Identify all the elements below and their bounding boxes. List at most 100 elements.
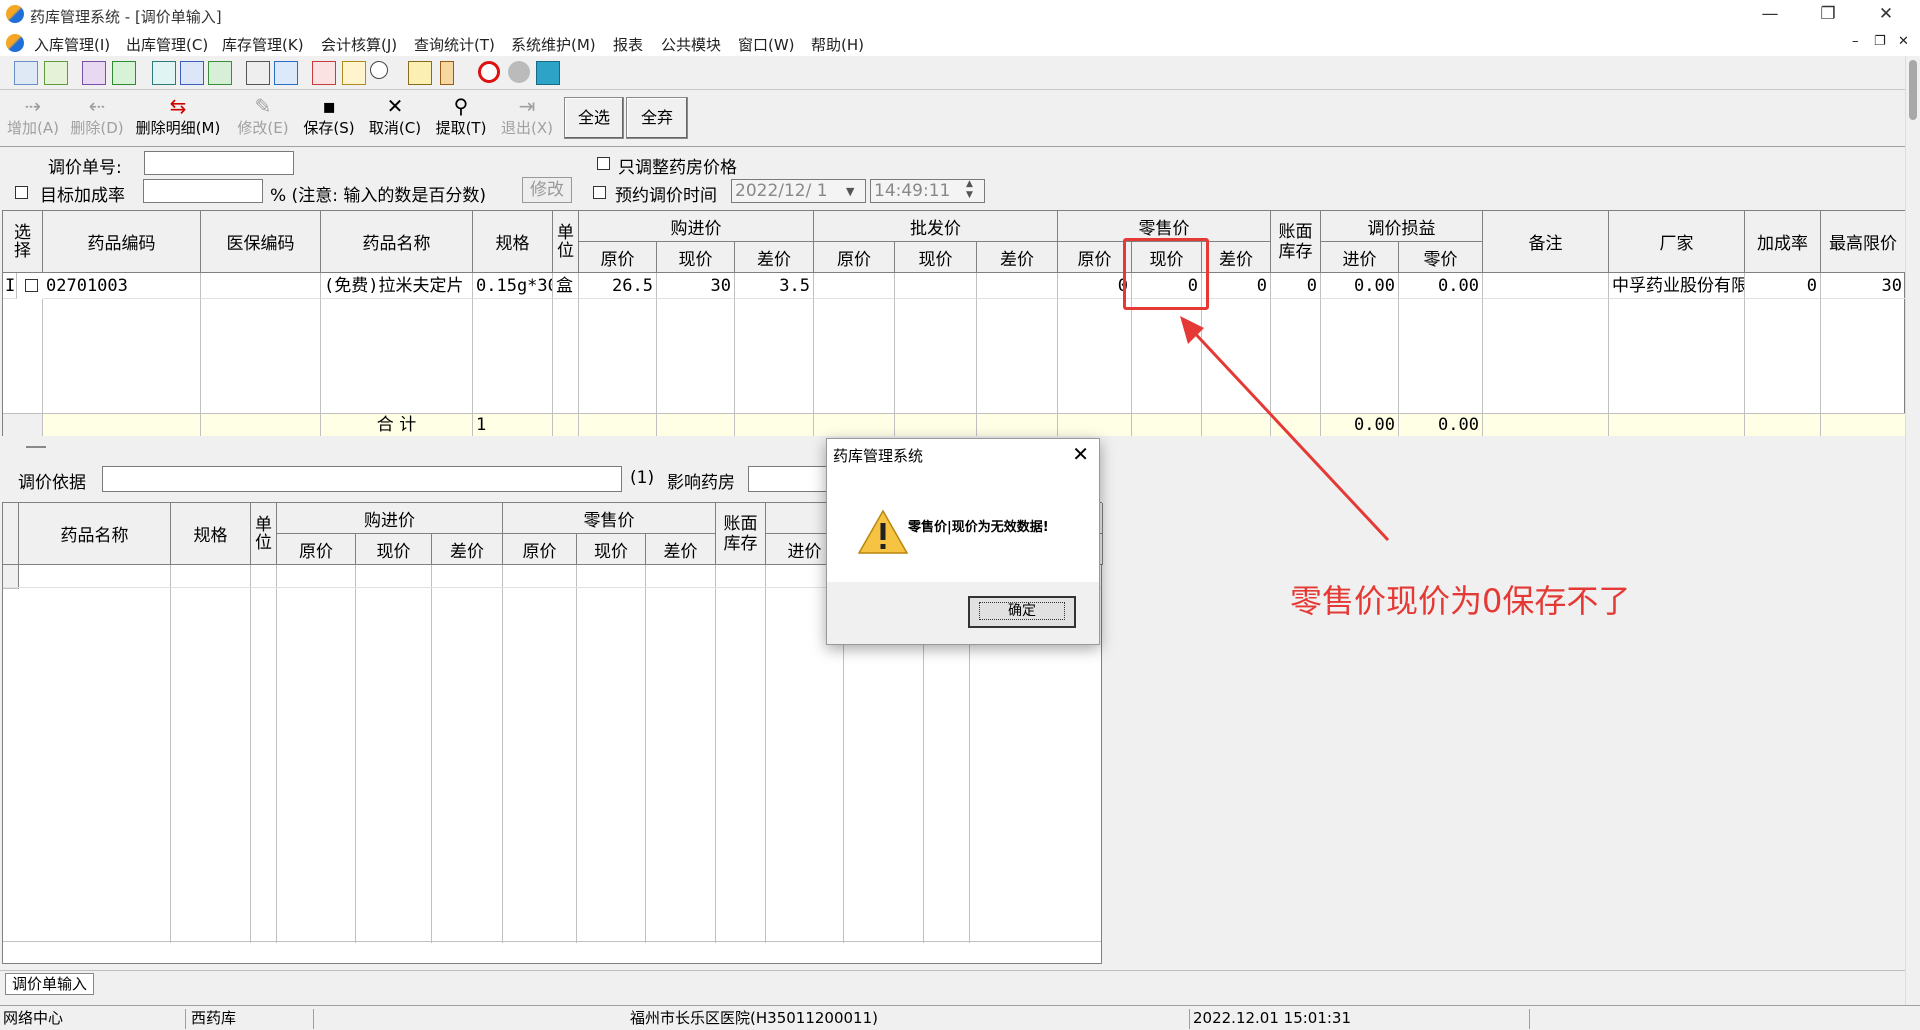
vertical-scrollbar[interactable] <box>1905 56 1920 1005</box>
target-markup-input[interactable] <box>143 179 263 203</box>
refresh-doc-icon[interactable] <box>44 61 68 85</box>
report-icon[interactable] <box>312 61 336 85</box>
cell-stock[interactable]: 0 <box>1271 273 1321 299</box>
check-mail-icon[interactable] <box>112 61 136 85</box>
menu-public[interactable]: 公共模块 <box>661 34 721 55</box>
grid-line <box>43 299 201 415</box>
calculator-icon[interactable] <box>208 61 232 85</box>
select-all-button[interactable]: 全选 <box>564 97 624 139</box>
print-icon[interactable] <box>246 61 270 85</box>
exit-button[interactable]: ⇥ 退出(X) <box>496 95 558 145</box>
pharmacy-only-checkbox[interactable] <box>597 157 610 170</box>
col2-name: 药品名称 <box>19 503 171 565</box>
dialog-footer: 确定 <box>827 582 1099 644</box>
cell-name[interactable]: (免费)拉米夫定片 <box>321 273 473 299</box>
dialog-title: 药库管理系统 <box>833 447 924 465</box>
mdi-minimize-button[interactable]: – <box>1852 34 1859 49</box>
order-no-label: 调价单号: <box>48 158 122 178</box>
col2-spec: 规格 <box>171 503 251 565</box>
grid-line <box>553 299 579 415</box>
cell-code[interactable]: 02701003 <box>43 273 201 299</box>
cell-p-orig[interactable]: 26.5 <box>579 273 657 299</box>
import-icon[interactable] <box>14 61 38 85</box>
basis-input[interactable] <box>102 466 622 492</box>
cell-loss-retail[interactable]: 0.00 <box>1399 273 1483 299</box>
exit-shape-icon[interactable] <box>508 61 530 83</box>
search-icon[interactable] <box>370 61 388 79</box>
menu-accounting[interactable]: 会计核算(J) <box>321 34 397 55</box>
menu-inbound[interactable]: 入库管理(I) <box>34 34 110 55</box>
mdi-restore-button[interactable]: ❐ <box>1874 34 1886 49</box>
time-spinner-icon[interactable]: ▲ ▼ <box>966 179 973 201</box>
stop-icon[interactable] <box>478 61 500 83</box>
delete-button[interactable]: ⇠ 删除(D) <box>66 95 128 145</box>
cell-r-diff[interactable]: 0 <box>1202 273 1271 299</box>
menu-outbound[interactable]: 出库管理(C) <box>126 34 208 55</box>
grid-line <box>19 565 171 943</box>
order-no-input[interactable] <box>144 151 294 175</box>
col-note: 备注 <box>1483 211 1609 273</box>
form-icon[interactable] <box>180 61 204 85</box>
cell-max-price[interactable]: 30 <box>1821 273 1906 299</box>
schedule-checkbox[interactable] <box>593 186 606 199</box>
ok-button[interactable]: 确定 <box>968 596 1076 628</box>
row-indicator <box>3 565 19 589</box>
document-icon[interactable] <box>82 61 106 85</box>
grid-line <box>577 565 646 943</box>
menu-reports[interactable]: 报表 <box>613 34 643 55</box>
total-cell <box>1609 414 1745 436</box>
thermometer-icon[interactable] <box>440 61 454 85</box>
col-maker: 厂家 <box>1609 211 1745 273</box>
tab-price-adjust[interactable]: 调价单输入 <box>5 973 95 995</box>
modify-button[interactable]: ✎ 修改(E) <box>232 95 294 145</box>
note-icon[interactable] <box>152 61 176 85</box>
menu-system[interactable]: 系统维护(M) <box>511 34 596 55</box>
cell-r-orig[interactable]: 0 <box>1058 273 1132 299</box>
dialog-close-icon[interactable]: ✕ <box>1072 442 1089 466</box>
scrollbar-thumb[interactable] <box>1909 60 1917 120</box>
affect-pharmacy-input[interactable] <box>748 466 828 492</box>
action-toolbar: ⇢ 增加(A) ⇠ 删除(D) ⇆ 删除明细(M) ✎ 修改(E) ▪ 保存(S) ✕ 取消… <box>0 91 1905 147</box>
mdi-close-button[interactable]: ✕ <box>1898 34 1909 49</box>
menu-query[interactable]: 查询统计(T) <box>414 34 495 55</box>
close-button[interactable]: ✕ <box>1858 0 1914 30</box>
modify-markup-button[interactable]: 修改 <box>522 177 572 203</box>
header-form: 调价单号: 只调整药房价格 目标加成率 % (注意: 输入的数是百分数) 修改 … <box>0 148 1905 210</box>
cell-w-diff[interactable] <box>977 273 1058 299</box>
cancel-icon: ✕ <box>386 94 404 118</box>
table-icon[interactable] <box>274 61 298 85</box>
total-cell <box>43 414 201 436</box>
total-cell <box>657 414 735 436</box>
calc-x-icon[interactable] <box>536 61 560 85</box>
cell-loss-in[interactable]: 0.00 <box>1321 273 1399 299</box>
cell-w-cur[interactable] <box>895 273 977 299</box>
cell-p-diff[interactable]: 3.5 <box>735 273 814 299</box>
menu-window[interactable]: 窗口(W) <box>738 34 795 55</box>
cell-w-orig[interactable] <box>814 273 895 299</box>
dropdown-arrow-icon[interactable]: ▼ <box>846 185 854 198</box>
cell-markup[interactable]: 0 <box>1745 273 1821 299</box>
add-button[interactable]: ⇢ 增加(A) <box>2 95 64 145</box>
folder-icon[interactable] <box>408 61 432 85</box>
restore-button[interactable]: ❐ <box>1800 0 1856 30</box>
delete-detail-button[interactable]: ⇆ 删除明细(M) <box>134 95 222 145</box>
tools-icon[interactable] <box>342 61 366 85</box>
row-select-checkbox[interactable] <box>25 279 38 292</box>
cancel-button[interactable]: ✕ 取消(C) <box>364 95 426 145</box>
cell-spec[interactable]: 0.15g*30 <box>473 273 553 299</box>
cell-note[interactable] <box>1483 273 1609 299</box>
col-loss-group: 调价损益 <box>1321 211 1483 242</box>
cell-unit[interactable]: 盒 <box>553 273 579 299</box>
target-markup-checkbox[interactable] <box>15 186 28 199</box>
cell-p-cur[interactable]: 30 <box>657 273 735 299</box>
menu-help[interactable]: 帮助(H) <box>811 34 864 55</box>
fetch-button[interactable]: ⚲ 提取(T) <box>430 95 492 145</box>
splitter-handle[interactable] <box>26 446 46 448</box>
menu-inventory[interactable]: 库存管理(K) <box>222 34 304 55</box>
minimize-button[interactable]: — <box>1742 0 1798 30</box>
delete-icon: ⇠ <box>88 94 106 118</box>
cell-insurance-code[interactable] <box>201 273 321 299</box>
deselect-all-button[interactable]: 全弃 <box>626 97 688 139</box>
cell-maker[interactable]: 中孚药业股份有限公司 <box>1609 273 1745 299</box>
save-button[interactable]: ▪ 保存(S) <box>298 95 360 145</box>
